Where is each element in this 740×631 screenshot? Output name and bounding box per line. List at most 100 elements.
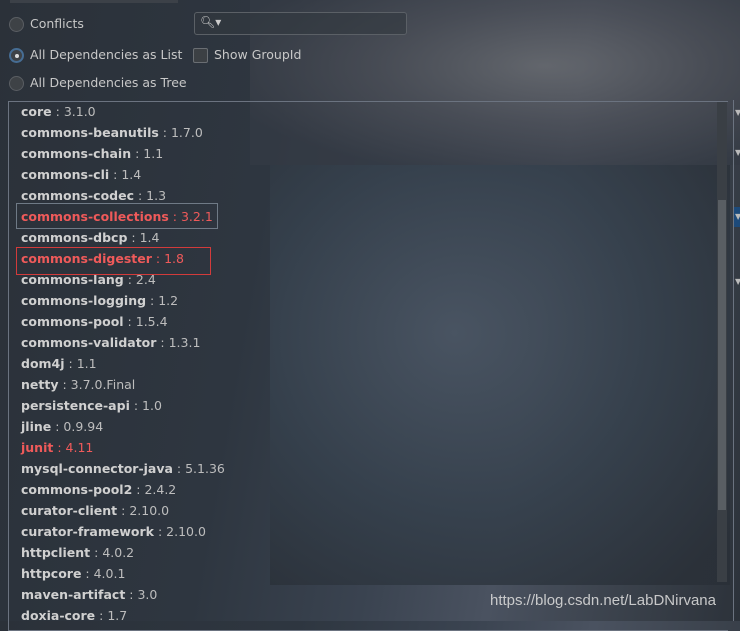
separator: : <box>146 293 159 308</box>
artifact-version: 1.5.4 <box>135 314 168 329</box>
artifact-version: 3.1.0 <box>63 104 96 119</box>
artifact-version: 1.3 <box>146 188 167 203</box>
separator: : <box>129 398 143 413</box>
artifact-name: commons-cli <box>21 167 110 182</box>
dependency-row[interactable]: maven-artifact : 3.0 <box>21 587 157 602</box>
artifact-version: 4.11 <box>65 440 94 455</box>
artifact-version: 3.0 <box>137 587 158 602</box>
dependency-row[interactable]: commons-dbcp : 1.4 <box>21 230 159 245</box>
dependency-row[interactable]: persistence-api : 1.0 <box>21 398 162 413</box>
artifact-version: 3.7.0.Final <box>70 377 136 392</box>
artifact-name: curator-framework <box>21 524 154 539</box>
artifact-name: httpcore <box>21 566 82 581</box>
artifact-name: netty <box>21 377 59 392</box>
artifact-version: 1.3.1 <box>168 335 201 350</box>
artifact-name: mysql-connector-java <box>21 461 173 476</box>
dependency-row[interactable]: commons-pool : 1.5.4 <box>21 314 168 329</box>
conflicts-radio[interactable] <box>9 17 24 32</box>
separator: : <box>53 440 66 455</box>
artifact-version: 1.2 <box>158 293 179 308</box>
artifact-version: 1.1 <box>143 146 164 161</box>
top-divider <box>10 0 178 3</box>
dependency-row[interactable]: dom4j : 1.1 <box>21 356 97 371</box>
dependency-row[interactable]: commons-logging : 1.2 <box>21 293 178 308</box>
all-dependencies-list-radio[interactable] <box>9 48 24 63</box>
separator: : <box>64 356 77 371</box>
artifact-version: 0.9.94 <box>63 419 104 434</box>
expand-arrow-icon[interactable]: ▼ <box>735 277 740 286</box>
artifact-version: 1.4 <box>121 167 142 182</box>
separator: : <box>132 482 145 497</box>
artifact-name: maven-artifact <box>21 587 126 602</box>
dependency-row[interactable]: httpclient : 4.0.2 <box>21 545 134 560</box>
separator: : <box>153 524 167 539</box>
artifact-name: commons-logging <box>21 293 147 308</box>
artifact-version: 2.10.0 <box>166 524 206 539</box>
scrollbar-thumb[interactable] <box>718 200 726 510</box>
dependency-row[interactable]: mysql-connector-java : 5.1.36 <box>21 461 225 476</box>
separator: : <box>127 230 140 245</box>
search-input[interactable]: 🔍︎▾ <box>194 12 407 35</box>
separator: : <box>51 419 64 434</box>
separator: : <box>90 545 103 560</box>
dependency-row[interactable]: netty : 3.7.0.Final <box>21 377 135 392</box>
expand-arrow-icon[interactable]: ▼ <box>735 212 740 221</box>
artifact-name: commons-pool <box>21 314 124 329</box>
search-icon[interactable]: 🔍︎▾ <box>200 15 221 29</box>
artifact-version: 1.0 <box>142 398 162 413</box>
dependency-row[interactable]: commons-validator : 1.3.1 <box>21 335 200 350</box>
separator: : <box>172 461 186 476</box>
highlight-box <box>16 247 211 275</box>
dependency-row[interactable]: commons-codec : 1.3 <box>21 188 166 203</box>
all-dependencies-list-label[interactable]: All Dependencies as List <box>30 47 182 62</box>
show-groupid-checkbox[interactable] <box>193 48 208 63</box>
artifact-version: 1.7.0 <box>170 125 203 140</box>
artifact-name: commons-pool2 <box>21 482 133 497</box>
dependency-row[interactable]: commons-chain : 1.1 <box>21 146 163 161</box>
separator: : <box>58 377 71 392</box>
artifact-name: jline <box>21 419 52 434</box>
separator: : <box>81 566 94 581</box>
dependency-row[interactable]: curator-framework : 2.10.0 <box>21 524 206 539</box>
all-dependencies-tree-label[interactable]: All Dependencies as Tree <box>30 75 187 90</box>
separator: : <box>117 503 130 518</box>
dependency-row[interactable]: curator-client : 2.10.0 <box>21 503 169 518</box>
dependency-row[interactable]: core : 3.1.0 <box>21 104 96 119</box>
expand-arrow-icon[interactable]: ▼ <box>735 108 740 117</box>
highlight-box <box>16 203 218 229</box>
artifact-name: junit <box>21 440 54 455</box>
conflicts-label[interactable]: Conflicts <box>30 16 84 31</box>
artifact-name: curator-client <box>21 503 118 518</box>
artifact-name: persistence-api <box>21 398 130 413</box>
artifact-version: 4.0.1 <box>93 566 126 581</box>
right-panel <box>733 100 740 621</box>
artifact-version: 2.10.0 <box>129 503 170 518</box>
artifact-name: dom4j <box>21 356 65 371</box>
artifact-version: 5.1.36 <box>185 461 225 476</box>
dependency-row[interactable]: commons-pool2 : 2.4.2 <box>21 482 176 497</box>
dependency-row[interactable]: commons-cli : 1.4 <box>21 167 141 182</box>
dependency-row[interactable]: httpcore : 4.0.1 <box>21 566 125 581</box>
separator: : <box>134 188 147 203</box>
separator: : <box>158 125 171 140</box>
separator: : <box>131 146 144 161</box>
separator: : <box>156 335 169 350</box>
artifact-version: 4.0.2 <box>102 545 135 560</box>
artifact-name: commons-dbcp <box>21 230 128 245</box>
dependency-row[interactable]: commons-beanutils : 1.7.0 <box>21 125 203 140</box>
artifact-name: commons-codec <box>21 188 134 203</box>
artifact-version: 1.4 <box>139 230 160 245</box>
artifact-name: commons-beanutils <box>21 125 159 140</box>
show-groupid-label[interactable]: Show GroupId <box>214 47 301 62</box>
artifact-name: core <box>21 104 52 119</box>
all-dependencies-tree-radio[interactable] <box>9 76 24 91</box>
expand-arrow-icon[interactable]: ▼ <box>735 148 740 157</box>
dependency-row[interactable]: jline : 0.9.94 <box>21 419 103 434</box>
artifact-name: commons-chain <box>21 146 132 161</box>
artifact-version: 2.4.2 <box>144 482 177 497</box>
watermark: https://blog.csdn.net/LabDNirvana <box>490 592 716 609</box>
separator: : <box>125 587 138 602</box>
separator: : <box>109 167 122 182</box>
artifact-version: 1.1 <box>76 356 97 371</box>
dependency-row[interactable]: junit : 4.11 <box>21 440 93 455</box>
